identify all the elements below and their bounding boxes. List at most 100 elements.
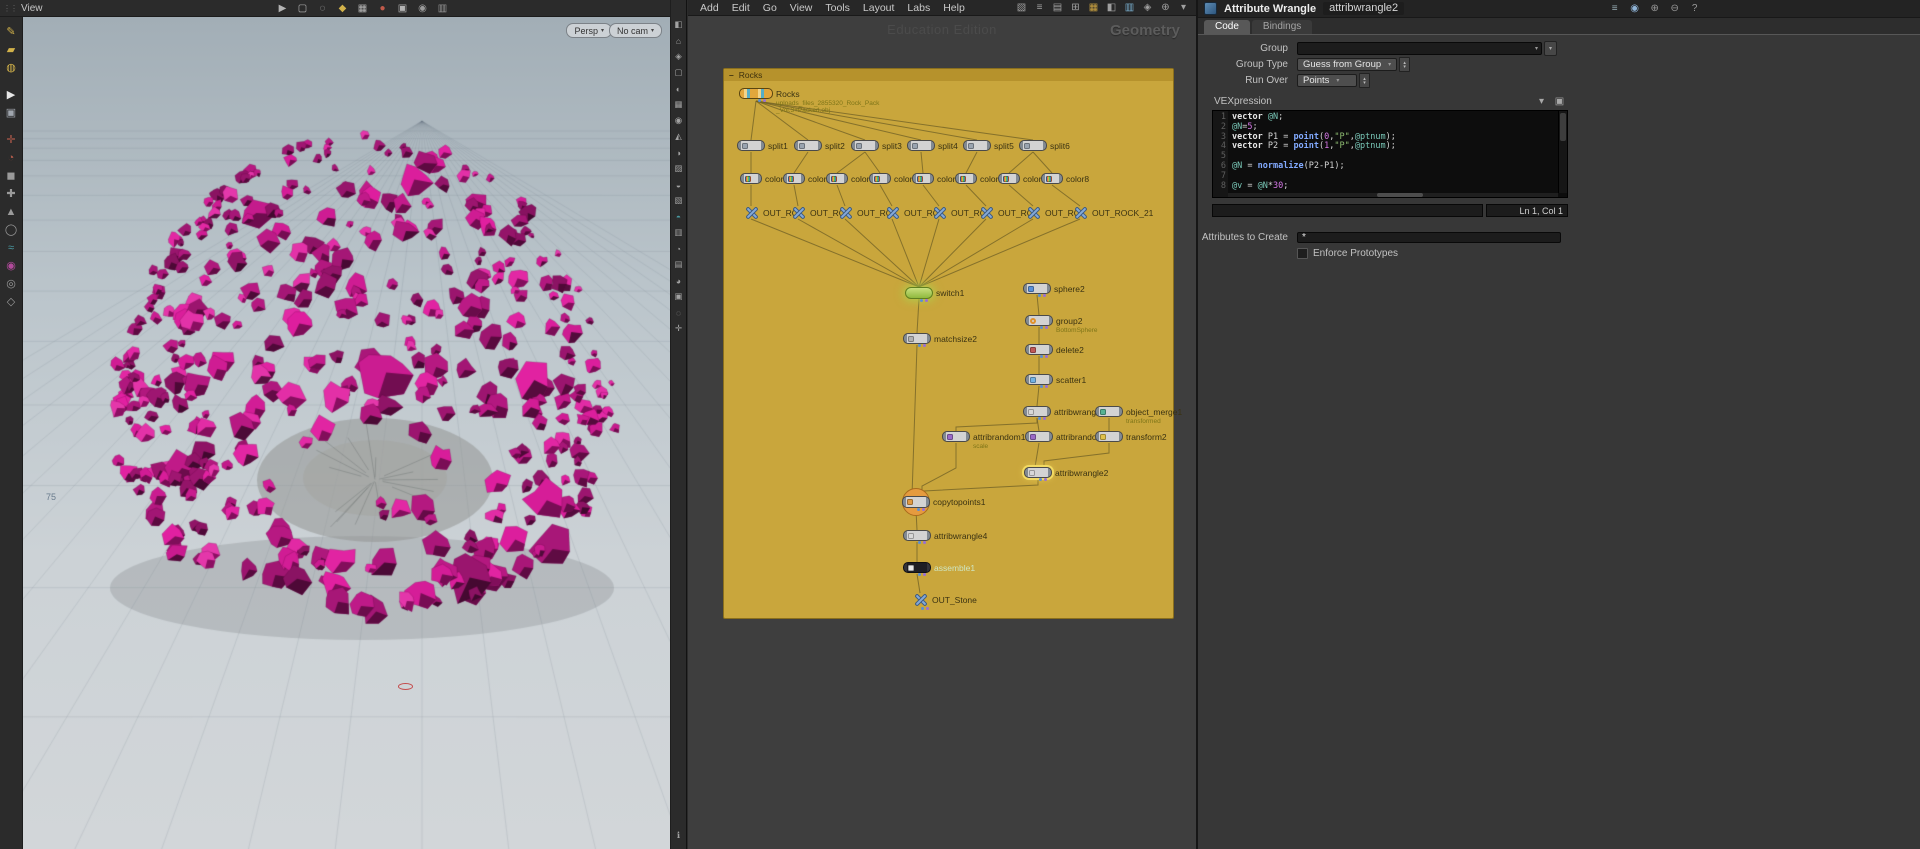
node-flags[interactable] [1040, 385, 1049, 388]
node-flags[interactable] [1038, 294, 1047, 297]
menu-item-add[interactable]: Add [700, 2, 719, 14]
vex-horizontal-scrollbar[interactable] [1228, 193, 1558, 197]
group-list-button[interactable]: ▾ [1544, 41, 1557, 56]
select-visible-icon[interactable]: ▢ [673, 67, 685, 78]
select-mode-icon[interactable]: ▶ [276, 2, 289, 15]
node-matchsize2[interactable]: matchsize2 [903, 333, 977, 347]
material-shade-icon[interactable]: ◉ [673, 115, 685, 126]
camera-icon[interactable]: ◉ [416, 2, 429, 15]
vex-vertical-scrollbar[interactable] [1558, 111, 1567, 193]
node-attribrandom2[interactable]: attribrandom2 [1025, 431, 1108, 442]
node-out-stone[interactable]: OUT_Stone [913, 593, 977, 610]
node-out-rock-2[interactable]: OUT_ROCK [791, 206, 844, 219]
tool-rotate-icon[interactable]: ◔ [5, 151, 18, 164]
displacement-icon[interactable]: ▧ [673, 195, 685, 206]
node-color5[interactable]: color5 [912, 173, 960, 184]
tool-volume-icon[interactable]: ◯ [5, 223, 18, 236]
node-switch1[interactable]: switch1 [905, 287, 964, 302]
param-sliders-icon[interactable]: ≡ [1608, 2, 1621, 15]
node-color1[interactable]: color1 [740, 173, 788, 184]
node-name-field[interactable]: attribwrangle2 [1323, 2, 1405, 15]
run-over-stepper[interactable]: ▴ ▾ [1359, 73, 1370, 88]
node-split1[interactable]: split1 [737, 140, 788, 151]
shade-mode-icon[interactable]: ◐ [673, 83, 685, 94]
camera-select-button[interactable]: No cam ▾ [608, 23, 662, 38]
enforce-prototypes-checkbox[interactable] [1297, 248, 1308, 259]
view-mask-icon[interactable]: ▣ [673, 291, 685, 302]
view-pin-icon[interactable]: ◧ [673, 19, 685, 30]
node-attribrandom1[interactable]: attribrandom1 scale [942, 431, 1025, 450]
frame-selected-icon[interactable]: ◈ [673, 51, 685, 62]
tool-secure-icon[interactable]: ▣ [5, 106, 18, 119]
node-attribwrangle2[interactable]: attribwrangle2 [1024, 467, 1108, 481]
record-flipbook-icon[interactable]: ● [376, 2, 389, 15]
vex-snippet-menu-icon[interactable]: ▾ [1535, 95, 1548, 108]
reflections-icon[interactable]: ◒ [673, 179, 685, 190]
grid-toggle-icon[interactable]: ▥ [673, 227, 685, 238]
node-flags[interactable] [917, 508, 926, 511]
node-flags[interactable] [918, 573, 927, 576]
tool-stamp-icon[interactable]: ◍ [5, 61, 18, 74]
node-split2[interactable]: split2 [794, 140, 845, 151]
tool-brush-icon[interactable]: ✎ [5, 25, 18, 38]
vex-code-editor[interactable]: 12345678 vector @N; @N=5; vector P1 = poin… [1212, 110, 1568, 198]
node-assemble1[interactable]: assemble1 [903, 562, 975, 576]
node-transform2[interactable]: transform2 [1095, 431, 1167, 442]
find-icon[interactable]: ⊕ [1159, 1, 1172, 14]
network-overview-icon[interactable]: ▧ [1015, 1, 1028, 14]
tool-rbd-icon[interactable]: ◎ [5, 277, 18, 290]
wire-shaded-icon[interactable]: ▦ [673, 99, 685, 110]
tool-scale-icon[interactable]: ◼ [5, 169, 18, 182]
tool-move-icon[interactable]: ✛ [5, 133, 18, 146]
pin-params-icon[interactable]: ◉ [1628, 2, 1641, 15]
list-view-icon[interactable]: ▤ [1051, 1, 1064, 14]
node-flags[interactable] [921, 607, 930, 610]
menu-item-layout[interactable]: Layout [863, 2, 895, 14]
node-flags[interactable] [918, 344, 927, 347]
taskbar-icon[interactable]: ▥ [1123, 1, 1136, 14]
shadows-icon[interactable]: ▨ [673, 163, 685, 174]
node-out-rock-5[interactable]: OUT_ROCK [932, 206, 985, 219]
node-split5[interactable]: split5 [963, 140, 1014, 151]
tree-view-icon[interactable]: ≡ [1033, 1, 1046, 14]
tool-constraint-icon[interactable]: ◇ [5, 295, 18, 308]
node-out-rock-6[interactable]: OUT_ROCK [979, 206, 1032, 219]
node-out-rock-1[interactable]: OUT_ROCK [744, 206, 797, 219]
tool-fill-icon[interactable]: ▰ [5, 43, 18, 56]
notes-icon[interactable]: ◈ [1141, 1, 1154, 14]
group-type-combo[interactable]: Guess from Group ▾ [1297, 58, 1398, 71]
node-flags[interactable] [1040, 355, 1049, 358]
menu-item-edit[interactable]: Edit [732, 2, 750, 14]
vex-expand-editor-icon[interactable]: ▣ [1553, 95, 1566, 108]
node-color8[interactable]: color8 [1041, 173, 1089, 184]
node-out-rock-7[interactable]: OUT_ROCK [1026, 206, 1079, 219]
color-palette-icon[interactable]: ▦ [1087, 1, 1100, 14]
menu-item-labs[interactable]: Labs [907, 2, 930, 14]
box-select-icon[interactable]: ▢ [296, 2, 309, 15]
node-split3[interactable]: split3 [851, 140, 902, 151]
scrollbar-thumb[interactable] [1376, 193, 1423, 197]
node-color4[interactable]: color4 [869, 173, 917, 184]
perspective-view-button[interactable]: Persp ▾ [566, 23, 612, 38]
viewport-info-icon[interactable]: ℹ [673, 830, 685, 841]
node-object_merge1[interactable]: object_merge1 transformed [1095, 406, 1182, 425]
node-delete2[interactable]: delete2 [1025, 344, 1084, 358]
network-canvas[interactable]: Education Edition Geometry – Rocks Rocks… [688, 0, 1196, 849]
help-icon[interactable]: ? [1688, 2, 1701, 15]
toolbar-grip-icon[interactable]: ⋮⋮ [3, 4, 18, 13]
tab-bindings[interactable]: Bindings [1251, 20, 1313, 34]
group-field[interactable]: ▾ [1297, 42, 1542, 55]
run-over-combo[interactable]: Points ▾ [1297, 74, 1357, 87]
node-color6[interactable]: color6 [955, 173, 1003, 184]
scrollbar-thumb[interactable] [1560, 113, 1566, 141]
zoom-menu-icon[interactable]: ▾ [1177, 1, 1190, 14]
node-attribwrangle1[interactable]: attribwrangle1 [1023, 406, 1107, 420]
node-group2[interactable]: group2 BottomSphere [1025, 315, 1098, 334]
tool-crowd-icon[interactable]: ◉ [5, 259, 18, 272]
tool-pose-icon[interactable]: ✚ [5, 187, 18, 200]
render-view-icon[interactable]: ▣ [396, 2, 409, 15]
tool-ocean-icon[interactable]: ≈ [5, 241, 18, 254]
headlight-icon[interactable]: ◑ [673, 147, 685, 158]
menu-item-tools[interactable]: Tools [825, 2, 850, 14]
grid-snap-icon[interactable]: ▦ [356, 2, 369, 15]
